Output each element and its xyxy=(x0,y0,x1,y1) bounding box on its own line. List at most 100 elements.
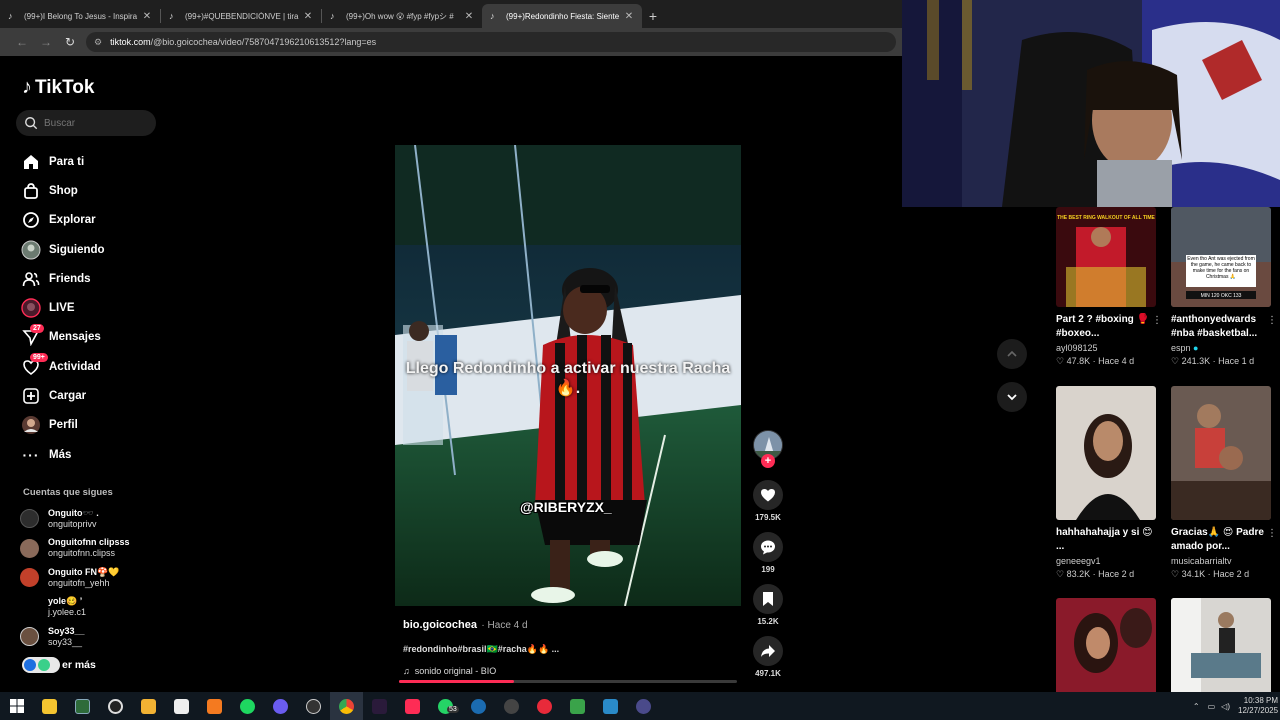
whatsapp-icon[interactable]: 53 xyxy=(429,692,462,720)
recommended-video[interactable]: THE BEST RING WALKOUT OF ALL TIME Part 2… xyxy=(1056,207,1162,367)
recommended-video[interactable]: hahhahahajja y si 😊 ... geneeegv1 ♡ 83.2… xyxy=(1056,386,1156,580)
close-tab-icon[interactable]: ✕ xyxy=(303,11,313,22)
spotify-icon[interactable] xyxy=(231,692,264,720)
avatar xyxy=(20,597,39,617)
following-account[interactable]: Soy33__ soy33__ xyxy=(20,622,170,652)
video-thumbnail[interactable]: Even tho Ant was ejected from the game, … xyxy=(1171,207,1271,307)
video-thumbnail[interactable] xyxy=(1171,386,1271,520)
close-tab-icon[interactable]: ✕ xyxy=(624,11,634,22)
steam-deck-icon[interactable] xyxy=(297,692,330,720)
thumbnail-text: Even tho Ant was ejected from the game, … xyxy=(1187,256,1255,280)
comment-action[interactable]: 199 xyxy=(753,532,783,574)
back-arrow-icon[interactable]: ← xyxy=(10,35,34,49)
browser-tab[interactable]: ♪ (99+)I Belong To Jesus - Inspira ✕ xyxy=(0,4,160,28)
view-count: 34.1K xyxy=(1181,569,1206,579)
more-options-icon[interactable]: ⋮ xyxy=(1267,315,1277,326)
follow-plus-button[interactable]: + xyxy=(761,454,775,468)
nav-siguiendo[interactable]: Siguiendo xyxy=(20,235,170,264)
see-more-button[interactable]: er más xyxy=(22,657,96,673)
recommended-video[interactable] xyxy=(1056,598,1156,692)
network-icon[interactable]: ▭ xyxy=(1208,702,1216,711)
file-explorer-icon[interactable] xyxy=(33,692,66,720)
save-action[interactable]: 15.2K xyxy=(753,584,783,626)
video-music[interactable]: ♫ sonido original - BIO xyxy=(403,666,743,676)
volume-icon[interactable]: ◁) xyxy=(1221,702,1230,711)
recommended-video[interactable]: Even tho Ant was ejected from the game, … xyxy=(1171,207,1277,367)
video-thumbnail[interactable] xyxy=(1056,386,1156,520)
video-thumbnail[interactable] xyxy=(1171,598,1271,692)
nav-mas[interactable]: ··· Más xyxy=(20,440,170,469)
compass-icon xyxy=(20,209,42,231)
clock-date: 12/27/2025 xyxy=(1238,706,1279,715)
main-nav: Para ti Shop Explorar Siguiendo Friends … xyxy=(20,147,170,469)
more-options-icon[interactable]: ⋮ xyxy=(1267,528,1277,539)
video-progress-bar[interactable] xyxy=(399,680,737,683)
browser-tab-active[interactable]: ♪ (99+)Redondinho Fiesta: Siente ✕ xyxy=(482,4,642,28)
chevron-down-icon xyxy=(1007,394,1017,401)
close-tab-icon[interactable]: ✕ xyxy=(464,11,474,22)
kick-icon[interactable] xyxy=(363,692,396,720)
next-video-button[interactable] xyxy=(997,382,1027,412)
nav-para-ti[interactable]: Para ti xyxy=(20,147,170,176)
nav-friends[interactable]: Friends xyxy=(20,264,170,293)
tiktok-logo[interactable]: ♪ TikTok xyxy=(22,76,94,99)
nav-live[interactable]: LIVE xyxy=(20,293,170,322)
browser-tab[interactable]: ♪ (99+)#QUEBENDICIÓNVE | tira ✕ xyxy=(161,4,321,28)
video-age: · Hace 2 d xyxy=(1092,569,1135,579)
tray-chevron-icon[interactable]: ⌃ xyxy=(1193,702,1200,711)
epic-games-icon[interactable] xyxy=(165,692,198,720)
video-player[interactable]: Llego Redondinho a activar nuestra Racha… xyxy=(395,145,741,606)
new-tab-button[interactable]: + xyxy=(642,4,664,28)
chrome-icon[interactable] xyxy=(330,692,363,720)
video-thumbnail[interactable] xyxy=(1056,598,1156,692)
windows-start-icon[interactable] xyxy=(0,692,33,720)
browser-tab[interactable]: ♪ (99+)Oh wow 😮 #fyp #fypシ # ✕ xyxy=(322,4,482,28)
nav-mensajes[interactable]: 27 Mensajes xyxy=(20,323,170,352)
nav-actividad[interactable]: 99+ Actividad xyxy=(20,352,170,381)
folder-icon[interactable] xyxy=(132,692,165,720)
video-description[interactable]: #redondinho#brasil🇧🇷#racha🔥🔥 ... xyxy=(403,644,743,655)
address-bar[interactable]: ⚙ tiktok.com/@bio.goicochea/video/758704… xyxy=(86,32,896,52)
search-box[interactable] xyxy=(16,110,156,136)
close-tab-icon[interactable]: ✕ xyxy=(142,11,152,22)
discord-icon[interactable] xyxy=(264,692,297,720)
following-account[interactable]: yole🥴 ’ j.yolee.c1 xyxy=(20,593,170,623)
recommended-video[interactable]: Gracias🙏 😍 Padre amado por... ⋮ musicaba… xyxy=(1171,386,1277,580)
more-options-icon[interactable]: ⋮ xyxy=(1152,315,1162,326)
recommended-video[interactable] xyxy=(1171,598,1271,692)
obs-icon[interactable] xyxy=(99,692,132,720)
account-name: Onguito🕶️ . xyxy=(48,507,99,518)
previous-video-button[interactable] xyxy=(997,339,1027,369)
browser-toolbar: ← → ↻ ⚙ tiktok.com/@bio.goicochea/video/… xyxy=(0,28,902,56)
following-account[interactable]: Onguitofnn clipsss onguitofnn.clipss xyxy=(20,534,170,564)
4k-downloader-icon[interactable] xyxy=(495,692,528,720)
video-author[interactable]: bio.goicochea xyxy=(403,619,477,631)
following-account[interactable]: Onguito🕶️ . onguitoprivv xyxy=(20,504,170,534)
reload-icon[interactable]: ↻ xyxy=(58,35,82,49)
following-account[interactable]: Onguito FN🍄💛 onguitofn_yehh xyxy=(20,563,170,593)
nav-explorar[interactable]: Explorar xyxy=(20,206,170,235)
nav-perfil[interactable]: Perfil xyxy=(20,411,170,440)
clock[interactable]: 10:38 PM 12/27/2025 xyxy=(1238,696,1280,716)
terminal-icon[interactable] xyxy=(66,692,99,720)
upload-icon xyxy=(20,385,42,407)
vlc-icon[interactable] xyxy=(198,692,231,720)
extension-toggle-icon[interactable] xyxy=(22,657,60,673)
stream-deck-icon[interactable] xyxy=(627,692,660,720)
video-thumbnail[interactable]: THE BEST RING WALKOUT OF ALL TIME xyxy=(1056,207,1156,307)
steam-icon[interactable] xyxy=(462,692,495,720)
like-action[interactable]: 179.5K xyxy=(753,480,783,522)
search-input[interactable] xyxy=(44,117,144,129)
recorder-icon[interactable] xyxy=(528,692,561,720)
nav-shop[interactable]: Shop xyxy=(20,176,170,205)
nav-label: Perfil xyxy=(49,419,78,432)
nav-cargar[interactable]: Cargar xyxy=(20,381,170,410)
site-info-icon[interactable]: ⚙ xyxy=(94,37,102,48)
view-count: 83.2K xyxy=(1066,569,1091,579)
tiktok-app-icon[interactable] xyxy=(396,692,429,720)
share-action[interactable]: 497.1K xyxy=(753,636,783,678)
windows-taskbar: 53 ⌃ ▭ ◁) 10:38 PM 12/27/2025 xyxy=(0,692,1280,720)
forward-arrow-icon[interactable]: → xyxy=(34,35,58,49)
minecraft-icon[interactable] xyxy=(561,692,594,720)
launcher-icon[interactable] xyxy=(594,692,627,720)
